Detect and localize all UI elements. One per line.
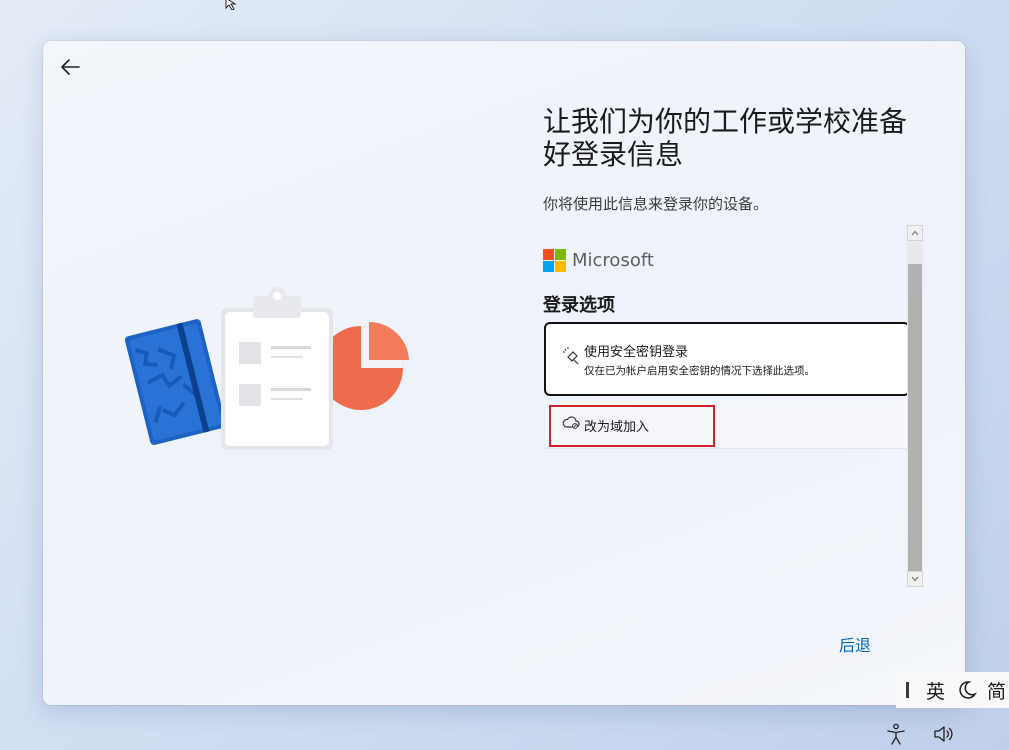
volume-icon[interactable] bbox=[933, 724, 955, 744]
ime-drag-handle[interactable] bbox=[906, 682, 909, 698]
domain-join-option[interactable]: 改为域加入 bbox=[545, 401, 908, 449]
signin-options-panel: Microsoft 登录选项 使用安全密钥登录 仅在已为帐户启用安全密钥的情况下… bbox=[543, 225, 924, 587]
microsoft-logo-icon bbox=[543, 249, 566, 272]
arrow-left-icon bbox=[61, 59, 80, 75]
page-title: 让我们为你的工作或学校准备好登录信息 bbox=[543, 105, 908, 171]
security-key-option-description: 仅在已为帐户启用安全密钥的情况下选择此选项。 bbox=[584, 365, 815, 377]
work-school-illustration bbox=[125, 287, 409, 450]
microsoft-logo: Microsoft bbox=[543, 249, 654, 272]
oobe-window: 让我们为你的工作或学校准备好登录信息 你将使用此信息来登录你的设备。 Micro… bbox=[43, 41, 965, 705]
back-button[interactable] bbox=[57, 55, 83, 79]
ime-mode-toggle[interactable]: 简 bbox=[987, 677, 1006, 704]
page-subtitle: 你将使用此信息来登录你的设备。 bbox=[543, 195, 769, 213]
chevron-up-icon bbox=[911, 230, 919, 236]
ime-language-toggle[interactable]: 英 bbox=[926, 677, 945, 704]
back-link[interactable]: 后退 bbox=[839, 632, 871, 656]
scrollbar-thumb[interactable] bbox=[908, 264, 922, 584]
security-key-option[interactable]: 使用安全密钥登录 仅在已为帐户启用安全密钥的情况下选择此选项。 bbox=[544, 322, 910, 396]
scroll-up-button[interactable] bbox=[907, 225, 923, 241]
ime-toolbar: 英 简 bbox=[896, 672, 1009, 708]
signin-options-heading: 登录选项 bbox=[543, 295, 615, 316]
scrollbar-track[interactable] bbox=[907, 241, 923, 584]
accessibility-icon[interactable] bbox=[886, 723, 906, 745]
chevron-down-icon bbox=[911, 576, 919, 582]
security-key-option-title: 使用安全密钥登录 bbox=[584, 345, 689, 360]
security-key-icon bbox=[563, 347, 579, 365]
microsoft-logo-text: Microsoft bbox=[572, 250, 654, 271]
domain-join-label: 改为域加入 bbox=[584, 420, 650, 435]
scrollbar[interactable] bbox=[907, 225, 923, 587]
cloud-icon bbox=[562, 416, 580, 429]
scroll-down-button[interactable] bbox=[907, 571, 923, 587]
mouse-cursor-icon bbox=[225, 0, 237, 10]
moon-icon[interactable] bbox=[957, 680, 977, 700]
